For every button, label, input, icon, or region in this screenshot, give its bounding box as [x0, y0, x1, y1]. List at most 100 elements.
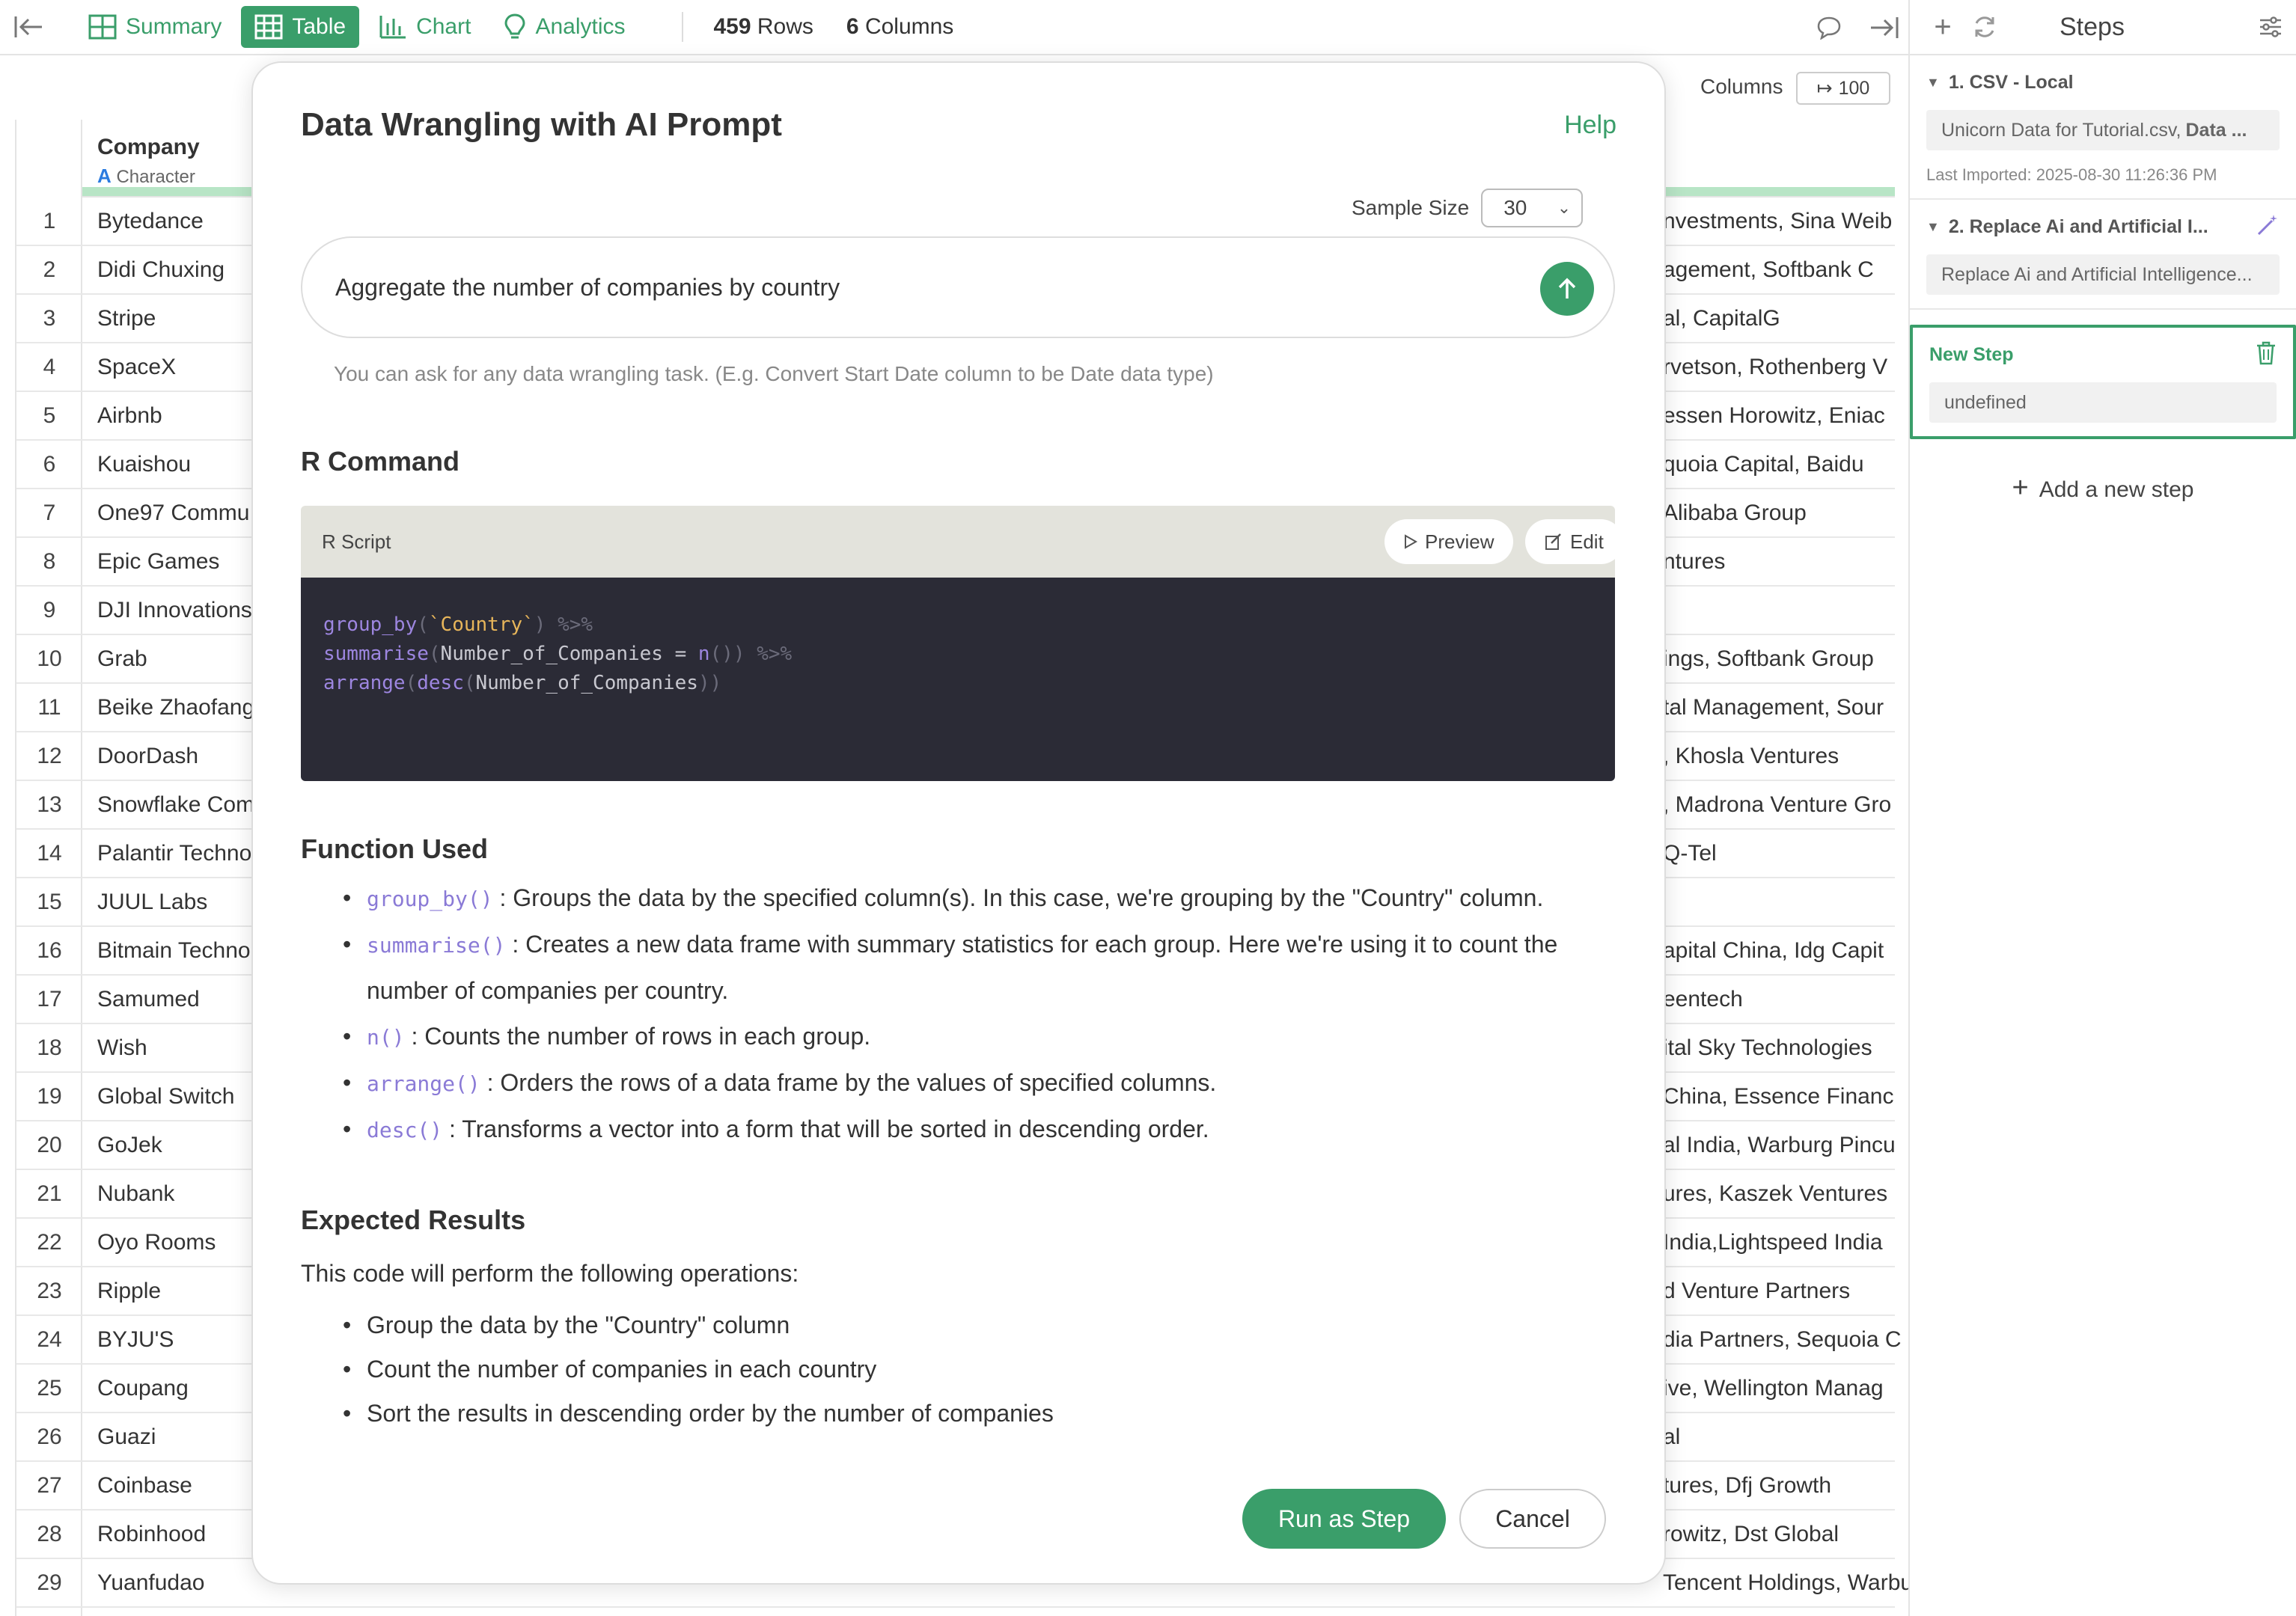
trash-icon[interactable]	[2256, 341, 2277, 365]
company-cell[interactable]: Ripple	[97, 1279, 161, 1304]
row-number: 29	[37, 1570, 62, 1595]
investors-cell[interactable]: , Madrona Venture Gro	[1663, 792, 1891, 818]
row-number: 4	[43, 354, 56, 379]
company-cell[interactable]: GoJek	[97, 1133, 162, 1158]
company-cell[interactable]: Palantir Techno	[97, 841, 251, 866]
company-cell[interactable]: DoorDash	[97, 744, 198, 769]
company-cell[interactable]: Snowflake Com	[97, 792, 254, 818]
step-description[interactable]: Unicorn Data for Tutorial.csv, Data ...	[1926, 110, 2280, 150]
refresh-icon[interactable]	[1968, 10, 2001, 43]
company-cell[interactable]: Robinhood	[97, 1522, 206, 1547]
investors-cell[interactable]: d Venture Partners	[1663, 1279, 1850, 1304]
company-cell[interactable]: SpaceX	[97, 355, 176, 380]
run-as-step-button[interactable]: Run as Step	[1242, 1489, 1446, 1549]
columns-count-button[interactable]: ↦ 100	[1796, 72, 1890, 105]
settings-sliders-icon[interactable]	[2254, 10, 2287, 43]
investors-cell[interactable]: ive, Wellington Manag	[1663, 1376, 1884, 1401]
cancel-button[interactable]: Cancel	[1459, 1489, 1606, 1549]
function-used-heading: Function Used	[301, 833, 488, 864]
r-script-code[interactable]: group_by(`Country`) %>% summarise(Number…	[301, 578, 1615, 781]
tab-table[interactable]: Table	[241, 6, 360, 48]
top-toolbar: Summary Table Chart Analytics 459 Rows 6…	[0, 0, 1908, 55]
investors-cell[interactable]: ings, Softbank Group	[1663, 646, 1874, 672]
sample-size-select[interactable]: 30 ⌄	[1481, 189, 1584, 227]
investors-cell[interactable]: Alibaba Group	[1663, 501, 1807, 526]
caret-down-icon[interactable]: ▼	[1926, 75, 1940, 91]
add-step-button[interactable]: + Add a new step	[1910, 472, 2296, 504]
investors-cell[interactable]: ital Sky Technologies	[1663, 1035, 1872, 1061]
row-number: 1	[43, 208, 56, 233]
help-link[interactable]: Help	[1564, 111, 1616, 140]
step-value[interactable]: undefined	[1929, 382, 2277, 423]
tab-summary[interactable]: Summary	[75, 6, 235, 48]
magic-wand-icon[interactable]	[2256, 213, 2280, 237]
investors-cell[interactable]: India,Lightspeed India	[1663, 1230, 1883, 1255]
investors-cell[interactable]: tal Management, Sour	[1663, 695, 1884, 720]
investors-cell[interactable]: rowitz, Dst Global	[1663, 1522, 1839, 1547]
investors-cell[interactable]: essen Horowitz, Eniac	[1663, 403, 1885, 429]
company-cell[interactable]: BYJU'S	[97, 1327, 174, 1353]
row-number: 8	[43, 548, 56, 574]
investors-cell[interactable]: apital China, Idg Capit	[1663, 938, 1884, 964]
company-cell[interactable]: Stripe	[97, 306, 156, 331]
investors-cell[interactable]: tures, Dfj Growth	[1663, 1473, 1831, 1499]
investors-cell[interactable]: China, Essence Financ	[1663, 1084, 1894, 1110]
toolbar-divider	[682, 12, 684, 42]
investors-cell[interactable]: rvetson, Rothenberg V	[1663, 355, 1887, 380]
prompt-input[interactable]: Aggregate the number of companies by cou…	[301, 236, 1615, 338]
play-icon	[1405, 534, 1417, 549]
r-command-heading: R Command	[301, 446, 460, 477]
company-cell[interactable]: Epic Games	[97, 549, 219, 575]
company-cell[interactable]: Nubank	[97, 1181, 174, 1207]
comment-icon[interactable]	[1813, 11, 1845, 44]
company-cell[interactable]: Yuanfudao	[97, 1570, 204, 1596]
company-cell[interactable]: JUUL Labs	[97, 890, 207, 915]
company-cell[interactable]: Coupang	[97, 1376, 189, 1401]
company-cell[interactable]: Beike Zhaofang	[97, 695, 254, 720]
company-cell[interactable]: One97 Commu	[97, 501, 249, 526]
investors-cell[interactable]: nvestments, Sina Weib	[1663, 209, 1892, 234]
row-number: 9	[43, 597, 56, 622]
investors-cell[interactable]: ures, Kaszek Ventures	[1663, 1181, 1887, 1207]
investors-cell[interactable]: quoia Capital, Baidu	[1663, 452, 1864, 477]
investors-cell[interactable]: , Khosla Ventures	[1663, 744, 1839, 769]
step-replace[interactable]: ▼ 2. Replace Ai and Artificial I... Repla…	[1910, 200, 2296, 310]
company-cell[interactable]: Bytedance	[97, 209, 204, 234]
investors-cell[interactable]: Q-Tel	[1663, 841, 1717, 866]
collapse-left-icon[interactable]	[12, 10, 45, 43]
company-cell[interactable]: Samumed	[97, 987, 200, 1012]
step-new[interactable]: New Step undefined	[1910, 325, 2296, 439]
caret-down-icon[interactable]: ▼	[1926, 219, 1940, 235]
send-button[interactable]	[1540, 262, 1594, 316]
company-cell[interactable]: DJI Innovations	[97, 598, 252, 623]
company-cell[interactable]: Wish	[97, 1035, 147, 1061]
company-cell[interactable]: Kuaishou	[97, 452, 191, 477]
investors-cell[interactable]: dia Partners, Sequoia C	[1663, 1327, 1902, 1353]
company-cell[interactable]: Didi Chuxing	[97, 257, 225, 283]
edit-button[interactable]: Edit	[1525, 519, 1623, 564]
company-cell[interactable]: Guazi	[97, 1424, 156, 1450]
column-header-investors[interactable]	[1663, 120, 1895, 198]
preview-button[interactable]: Preview	[1384, 519, 1514, 564]
company-cell[interactable]: Global Switch	[97, 1084, 234, 1110]
plus-icon[interactable]: +	[1926, 10, 1959, 43]
row-number: 26	[37, 1424, 62, 1449]
company-cell[interactable]: Airbnb	[97, 403, 162, 429]
step-description[interactable]: Replace Ai and Artificial Intelligence..…	[1926, 254, 2280, 295]
collapse-right-icon[interactable]	[1868, 11, 1901, 44]
step-csv-local[interactable]: ▼ 1. CSV - Local Unicorn Data for Tutoria…	[1910, 55, 2296, 200]
company-cell[interactable]: Oyo Rooms	[97, 1230, 216, 1255]
tab-chart[interactable]: Chart	[365, 6, 484, 48]
list-item: desc() : Transforms a vector into a form…	[301, 1107, 1618, 1153]
company-cell[interactable]: Coinbase	[97, 1473, 192, 1499]
investors-cell[interactable]: ntures	[1663, 549, 1725, 575]
company-cell[interactable]: Grab	[97, 646, 147, 672]
row-number: 10	[37, 646, 62, 671]
toolbar-right-icons	[1813, 11, 1901, 44]
investors-cell[interactable]: agement, Softbank C	[1663, 257, 1874, 283]
company-cell[interactable]: Bitmain Techno	[97, 938, 251, 964]
investors-cell[interactable]: eentech	[1663, 987, 1743, 1012]
investors-cell[interactable]: al, CapitalG	[1663, 306, 1780, 331]
investors-cell[interactable]: al India, Warburg Pincu	[1663, 1133, 1896, 1158]
tab-analytics[interactable]: Analytics	[490, 6, 638, 48]
